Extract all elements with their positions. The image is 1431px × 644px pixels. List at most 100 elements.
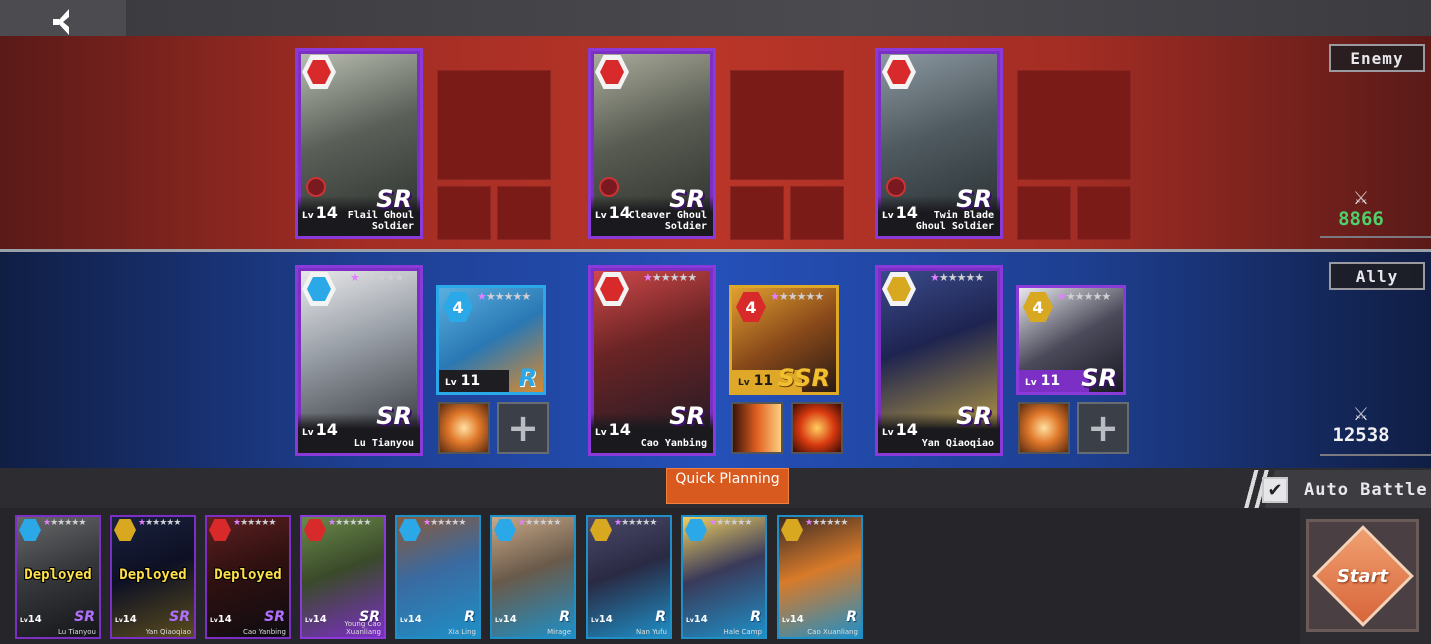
empty-skill-slot[interactable] [497,186,551,240]
level: Lv14 [591,614,613,625]
enemy-card-2[interactable]: SR Lv 14 Cleaver Ghoul Soldier [588,48,716,239]
star-rating: ★★★★★★ [643,271,697,284]
rarity-badge: SR [376,185,412,213]
roster-hero-card[interactable]: ★★★★★★ Lv14 R Xia Ling [395,515,481,639]
ally-equip-3[interactable]: 4 ★★★★★★ Lv 11 SR [1016,285,1126,395]
skill-fire-icon[interactable] [791,402,843,454]
rarity-badge: SR [169,609,190,625]
empty-skill-slot[interactable] [437,186,491,240]
level: Lv14 [302,203,338,222]
roster-hero-card[interactable]: ★★★★★★ Deployed Lv14 SR Yan Qiaoqiao [110,515,196,639]
level-prefix: Lv [302,211,314,221]
crossed-swords-icon: ⚔ [1353,398,1369,426]
level-prefix: Lv [595,211,607,221]
roster-hero-card[interactable]: ★★★★★★ Lv14 R Hale Camp [681,515,767,639]
ally-card-2[interactable]: ★★★★★★ SR Lv 14 Cao Yanbing [588,265,716,456]
equip-level-value: 11 [1040,373,1061,389]
attack-type-icon [886,177,906,197]
unit-name: Cleaver Ghoul Soldier [628,210,707,232]
enemy-card-1[interactable]: SR Lv 14 Flail Ghoul Soldier [295,48,423,239]
level-prefix: Lv [782,617,790,624]
level-value: 14 [608,420,631,439]
attack-type-icon [599,177,619,197]
rarity-badge: SR [956,185,992,213]
empty-equip-slot[interactable] [437,70,551,180]
hero-name: Xia Ling [448,628,476,636]
ally-power-value: 12538 [1332,424,1390,446]
equip-level-value: 11 [753,373,774,389]
rarity-badge: R [750,609,761,625]
start-label: Start [1336,566,1389,587]
level-value: 14 [122,614,137,625]
equip-rarity: R [518,364,537,392]
empty-skill-slot[interactable] [1017,186,1071,240]
level-prefix: Lv [495,617,503,624]
equip-level-value: 11 [460,373,481,389]
enemy-power-value: 8866 [1338,208,1384,230]
level-prefix: Lv [882,428,894,438]
ally-equip-1[interactable]: 4 ★★★★★★ Lv 11 R [436,285,546,395]
hero-name: Yan Qiaoqiao [145,628,191,636]
ally-card-1[interactable]: ★★★★★★ SR Lv 14 Lu Tianyou [295,265,423,456]
crossed-swords-icon: ⚔ [1353,182,1369,210]
star-rating: ★★★★★★ [1057,290,1111,303]
equip-rarity: SSR [777,364,830,392]
rarity-badge: SR [376,402,412,430]
level: Lv14 [782,614,804,625]
rarity-badge: SR [669,402,705,430]
skill-slash-icon[interactable] [731,402,783,454]
roster-hero-card[interactable]: ★★★★★★ Deployed Lv14 SR Lu Tianyou [15,515,101,639]
level-prefix: Lv [115,617,123,624]
level: Lv14 [595,203,631,222]
level-value: 14 [217,614,232,625]
back-arrow-icon [53,8,69,35]
rarity-badge: R [655,609,666,625]
enemy-power-underline [1320,236,1431,238]
level-prefix: Lv [738,378,750,388]
ally-equip-2[interactable]: 4 ★★★★★★ Lv 11 SSR [729,285,839,395]
auto-battle-checkbox[interactable]: ✔ [1262,477,1288,503]
ally-card-3[interactable]: ★★★★★★ SR Lv 14 Yan Qiaoqiao [875,265,1003,456]
roster-hero-card[interactable]: ★★★★★★ Lv14 R Nan Yufu [586,515,672,639]
roster-hero-card[interactable]: ★★★★★★ Lv14 R Mirage [490,515,576,639]
skill-burst-icon[interactable] [438,402,490,454]
rarity-badge: SR [669,185,705,213]
roster-hero-card[interactable]: ★★★★★★ Lv14 R Cao Xuanliang [777,515,863,639]
ally-label: Ally [1329,262,1425,290]
level: Lv14 [302,420,338,439]
quick-planning-button[interactable]: Quick Planning [666,468,789,504]
enemy-card-3[interactable]: SR Lv 14 Twin Blade Ghoul Soldier [875,48,1003,239]
rarity-badge: SR [74,609,95,625]
hero-name: Nan Yufu [636,628,667,636]
skill-burst-icon[interactable] [1018,402,1070,454]
hero-name: Cao Yanbing [640,438,707,449]
level: Lv14 [400,614,422,625]
empty-equip-slot[interactable] [1017,70,1131,180]
star-rating: ★★★★★★ [423,518,466,528]
star-rating: ★★★★★★ [805,518,848,528]
deployed-badge: Deployed [24,567,92,583]
add-skill-button[interactable]: + [497,402,549,454]
level-prefix: Lv [400,617,408,624]
level-value: 14 [693,614,708,625]
level-value: 14 [407,614,422,625]
star-rating: ★★★★★★ [138,518,181,528]
deployed-badge: Deployed [119,567,187,583]
level: Lv14 [882,420,918,439]
roster-hero-card[interactable]: ★★★★★★ Deployed Lv14 SR Cao Yanbing [205,515,291,639]
empty-skill-slot[interactable] [790,186,844,240]
star-rating: ★★★★★★ [770,290,824,303]
add-skill-button[interactable]: + [1077,402,1129,454]
deployed-badge: Deployed [214,567,282,583]
level-prefix: Lv [305,617,313,624]
level-prefix: Lv [686,617,694,624]
roster-hero-card[interactable]: ★★★★★★ Lv14 SR Young Cao Xuanliang [300,515,386,639]
level-prefix: Lv [882,211,894,221]
level: Lv14 [305,614,327,625]
rarity-badge: R [559,609,570,625]
start-battle-button[interactable]: Start [1306,519,1419,632]
empty-skill-slot[interactable] [1077,186,1131,240]
empty-skill-slot[interactable] [730,186,784,240]
empty-equip-slot[interactable] [730,70,844,180]
hero-name: Young Cao Xuanliang [344,620,381,636]
